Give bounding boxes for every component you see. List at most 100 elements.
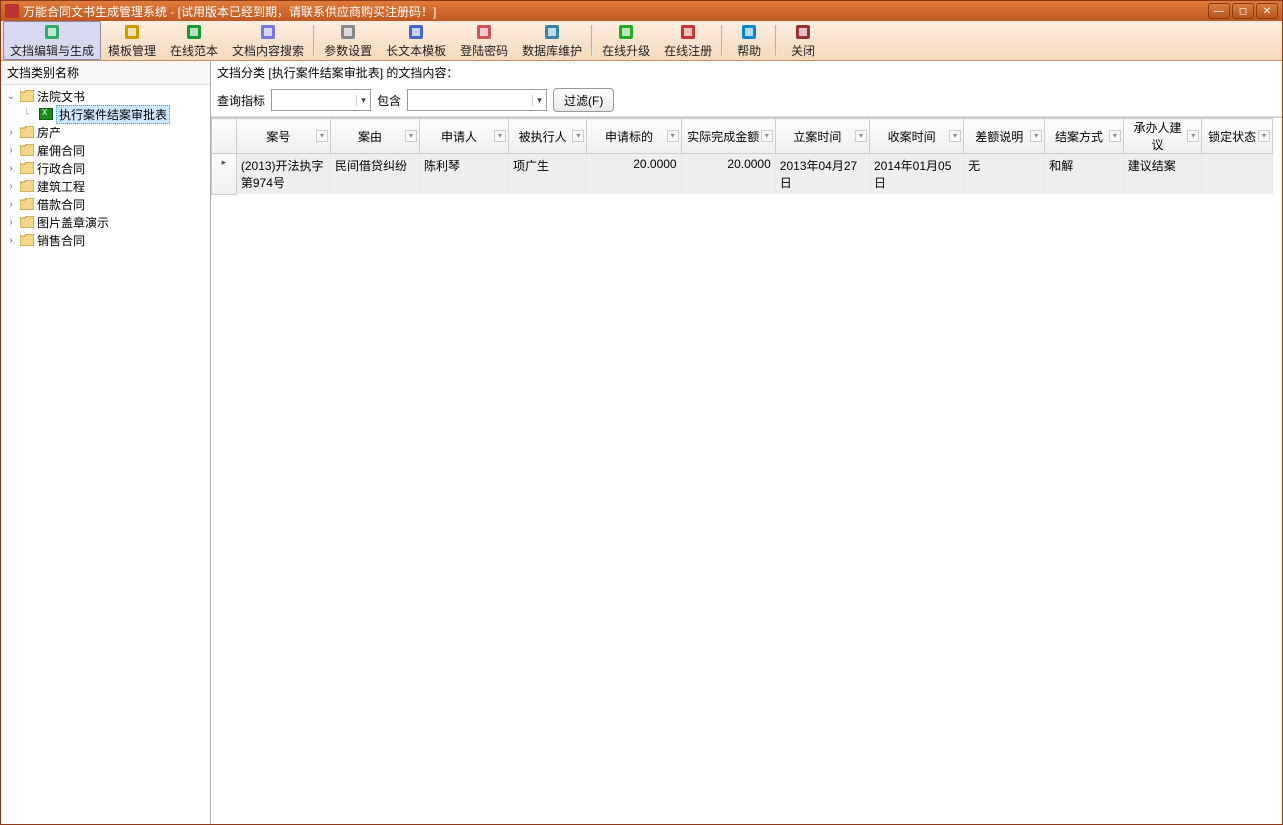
column-header-结案方式[interactable]: 结案方式▾ [1045,119,1123,154]
toolbar-label: 登陆密码 [460,42,508,59]
header-suffix: 的文挡内容： [386,66,458,80]
cell-申请人: 陈利琴 [419,154,508,195]
column-header-申请标的[interactable]: 申请标的▾ [587,119,681,154]
toolbar-label: 在线升级 [602,42,650,59]
toolbar-在线注册[interactable]: 在线注册 [657,21,719,60]
tree-item-执行案件结案审批表[interactable]: └执行案件结案审批表 [1,105,210,123]
tree-node-行政合同[interactable]: › 行政合同 [1,159,210,177]
column-header-立案时间[interactable]: 立案时间▾ [775,119,869,154]
sort-icon[interactable]: ▾ [949,130,961,142]
cell-被执行人: 项广生 [508,154,586,195]
cell-差额说明: 无 [964,154,1045,195]
query-field-combo[interactable]: ▾ [271,89,371,111]
toolbar-icon [740,23,758,41]
chevron-down-icon[interactable]: ⌄ [5,91,17,102]
column-header-申请人[interactable]: 申请人▾ [419,119,508,154]
sort-icon[interactable]: ▾ [1187,130,1199,142]
minimize-button[interactable]: — [1208,3,1230,19]
sort-icon[interactable]: ▾ [667,130,679,142]
toolbar: 文挡编辑与生成模板管理在线范本文档内容搜索参数设置长文本模板登陆密码数据库维护 在… [1,21,1282,61]
cell-锁定状态 [1202,154,1273,195]
toolbar-label: 关闭 [791,42,815,59]
chevron-right-icon[interactable]: › [5,127,17,138]
row-indicator-icon: ▸ [212,154,237,195]
toolbar-文档内容搜索[interactable]: 文档内容搜索 [225,21,311,60]
toolbar-参数设置[interactable]: 参数设置 [317,21,379,60]
column-header-案由[interactable]: 案由▾ [331,119,420,154]
main-panel: 文挡分类 [执行案件结案审批表] 的文挡内容： 查询指标 ▾ 包含 ▾ 过滤(F… [211,61,1282,824]
toolbar-文挡编辑与生成[interactable]: 文挡编辑与生成 [3,21,101,60]
toolbar-模板管理[interactable]: 模板管理 [101,21,163,60]
toolbar-icon [543,23,561,41]
column-header-差额说明[interactable]: 差额说明▾ [964,119,1045,154]
header-category: [执行案件结案审批表] [268,66,383,80]
maximize-button[interactable]: ◻ [1232,3,1254,19]
table-row[interactable]: ▸(2013)开法执字第974号民间借贷纠纷陈利琴项广生20.000020.00… [212,154,1273,195]
sort-icon[interactable]: ▾ [1109,130,1121,142]
tree-label: 法院文书 [37,88,85,105]
toolbar-数据库维护[interactable]: 数据库维护 [515,21,589,60]
folder-icon [20,180,34,192]
chevron-right-icon[interactable]: › [5,199,17,210]
cell-案号: (2013)开法执字第974号 [236,154,330,195]
toolbar-关闭[interactable]: 关闭 [779,21,827,60]
chevron-right-icon[interactable]: › [5,181,17,192]
tree-label: 销售合同 [37,232,85,249]
toolbar-icon [475,23,493,41]
query-value-combo[interactable]: ▾ [407,89,547,111]
cell-实际完成金额: 20.0000 [681,154,775,195]
sidebar-header: 文挡类别名称 [1,61,210,85]
data-grid[interactable]: 案号▾案由▾申请人▾被执行人▾申请标的▾实际完成金额▾立案时间▾收案时间▾差额说… [211,117,1282,824]
sort-icon[interactable]: ▾ [572,130,584,142]
main-header: 文挡分类 [执行案件结案审批表] 的文挡内容： [211,61,1282,84]
chevron-right-icon[interactable]: › [5,163,17,174]
chevron-down-icon: ▾ [356,95,370,106]
column-header-实际完成金额[interactable]: 实际完成金额▾ [681,119,775,154]
sort-icon[interactable]: ▾ [761,130,773,142]
tree-label: 行政合同 [37,160,85,177]
folder-icon [20,144,34,156]
tree-node-雇佣合同[interactable]: ›雇佣合同 [1,141,210,159]
close-button[interactable]: ✕ [1256,3,1278,19]
column-header-案号[interactable]: 案号▾ [236,119,330,154]
category-tree: ⌄法院文书└执行案件结案审批表›房产›雇佣合同›行政合同›建筑工程›借款合同›图… [1,85,210,824]
toolbar-在线升级[interactable]: 在线升级 [595,21,657,60]
column-header-承办人建议[interactable]: 承办人建议▾ [1123,119,1201,154]
tree-label: 借款合同 [37,196,85,213]
sort-icon[interactable]: ▾ [405,130,417,142]
tree-node-图片盖章演示[interactable]: ›图片盖章演示 [1,213,210,231]
tree-node-建筑工程[interactable]: ›建筑工程 [1,177,210,195]
toolbar-帮助[interactable]: 帮助 [725,21,773,60]
toolbar-在线范本[interactable]: 在线范本 [163,21,225,60]
sort-icon[interactable]: ▾ [1030,130,1042,142]
toolbar-长文本模板[interactable]: 长文本模板 [379,21,453,60]
window-title: 万能合同文书生成管理系统 - [试用版本已经到期，请联系供应商购买注册码！] [23,3,1208,20]
tree-node-借款合同[interactable]: › 借款合同 [1,195,210,213]
chevron-right-icon[interactable]: › [5,217,17,228]
toolbar-label: 长文本模板 [386,42,446,59]
cell-收案时间: 2014年01月05日 [869,154,963,195]
chevron-right-icon[interactable]: › [5,235,17,246]
sort-icon[interactable]: ▾ [316,130,328,142]
toolbar-登陆密码[interactable]: 登陆密码 [453,21,515,60]
toolbar-label: 在线范本 [170,42,218,59]
tree-node-房产[interactable]: › 房产 [1,123,210,141]
titlebar[interactable]: 万能合同文书生成管理系统 - [试用版本已经到期，请联系供应商购买注册码！] —… [1,1,1282,21]
sort-icon[interactable]: ▾ [855,130,867,142]
sort-icon[interactable]: ▾ [1258,130,1270,142]
column-header-锁定状态[interactable]: 锁定状态▾ [1202,119,1273,154]
chevron-right-icon[interactable]: › [5,145,17,156]
toolbar-icon [794,23,812,41]
toolbar-label: 模板管理 [108,42,156,59]
column-header-被执行人[interactable]: 被执行人▾ [508,119,586,154]
tree-label: 房产 [37,124,61,141]
query-label: 查询指标 [217,92,265,109]
folder-icon [20,162,34,174]
folder-icon [20,216,34,228]
sort-icon[interactable]: ▾ [494,130,506,142]
toolbar-label: 数据库维护 [522,42,582,59]
column-header-收案时间[interactable]: 收案时间▾ [869,119,963,154]
tree-node-法院文书[interactable]: ⌄ 法院文书 [1,87,210,105]
filter-button[interactable]: 过滤(F) [553,88,614,112]
tree-node-销售合同[interactable]: › 销售合同 [1,231,210,249]
